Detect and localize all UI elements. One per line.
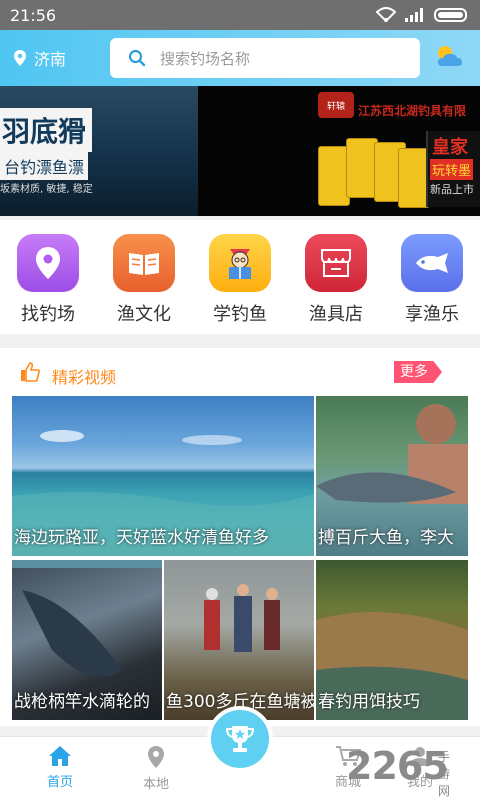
wifi-icon [376,7,396,23]
banner-left-title: 羽底猾 [0,108,93,152]
search-placeholder: 搜索钓场名称 [160,49,251,68]
video-section-header: 精彩视频 更多 [0,348,480,396]
weather-button[interactable] [434,42,464,74]
status-time: 21:56 [10,5,57,25]
nav-label: 首页 [46,775,73,790]
video-card[interactable]: 鱼300多斤在鱼塘被 [164,560,314,720]
promo-banner[interactable]: 羽底猾 台钓漂鱼漂 坂素材质, 敏捷, 稳定 轩辕 江苏西北湖钓具有限 皇家 玩… [0,86,480,216]
royal-new: 新品上市 [430,183,474,196]
site-watermark: 2265 手游网 [346,744,450,798]
category-label: 渔具店 [309,304,363,325]
video-section-title: 精彩视频 [52,368,117,387]
video-grid: 海边玩路亚，天好蓝水好清鱼好多 搏百斤大鱼，李大 战枪柄竿水滴轮的 鱼300多斤… [0,396,480,726]
category-label: 找钓场 [21,304,75,325]
location-label: 济南 [34,50,67,69]
category-grid: 找钓场 渔文化 学钓鱼 渔具店 享渔乐 [0,220,480,334]
reading-person-icon [209,234,271,292]
location-pin-icon [17,234,79,292]
map-pin-icon [148,746,164,768]
category-fishing-fun[interactable]: 享渔乐 [384,234,480,326]
book-icon [113,234,175,292]
video-caption: 搏百斤大鱼，李大 [318,528,454,548]
more-videos-button[interactable]: 更多 [394,361,442,383]
category-fishing-culture[interactable]: 渔文化 [96,234,192,326]
video-card[interactable]: 战枪柄竿水滴轮的 [12,560,162,720]
banner-brand-name: 江苏西北湖钓具有限 [358,104,467,118]
banner-slide-left: 羽底猾 台钓漂鱼漂 坂素材质, 敏捷, 稳定 [0,86,198,216]
watermark-number: 2265 [346,744,449,788]
video-card[interactable]: 春钓用饵技巧 [316,560,468,720]
signal-icon [405,8,423,22]
banner-left-tagline: 坂素材质, 敏捷, 稳定 [0,184,93,195]
search-icon [128,49,146,67]
banner-slide-right: 轩辕 江苏西北湖钓具有限 皇家 玩转墨 新品上市 [198,86,480,216]
shop-icon [305,234,367,292]
category-label: 学钓鱼 [213,304,267,325]
banner-brand-logo: 轩辕 [318,92,354,118]
royal-promo: 皇家 玩转墨 新品上市 [426,131,480,207]
battery-icon [434,8,467,22]
search-input[interactable]: 搜索钓场名称 [110,38,420,78]
weather-icon [438,46,462,66]
location-selector[interactable]: 济南 [0,46,110,70]
location-pin-icon [14,50,26,66]
category-label: 享渔乐 [405,304,459,325]
watermark-site: 手游网 [438,750,451,798]
nav-local[interactable]: 本地 [108,745,204,792]
video-caption: 春钓用饵技巧 [318,692,420,712]
banner-left-subtitle: 台钓漂鱼漂 [0,152,89,180]
category-label: 渔文化 [117,304,171,325]
category-learn-fishing[interactable]: 学钓鱼 [192,234,288,326]
status-bar: 21:56 [0,0,480,30]
home-icon [49,746,71,766]
video-card[interactable]: 海边玩路亚，天好蓝水好清鱼好多 [12,396,314,556]
nav-home[interactable]: 首页 [12,745,108,790]
trophy-icon [225,726,255,752]
royal-subtitle: 玩转墨 [430,159,474,180]
status-icons [376,7,470,23]
royal-title: 皇家 [432,137,468,158]
category-find-spot[interactable]: 找钓场 [0,234,96,326]
top-header: 济南 搜索钓场名称 [0,30,480,86]
fish-icon [401,234,463,292]
category-tackle-shop[interactable]: 渔具店 [288,234,384,326]
video-caption: 战枪柄竿水滴轮的 [14,692,150,712]
center-action-button[interactable] [207,706,273,772]
video-card[interactable]: 搏百斤大鱼，李大 [316,396,468,556]
thumbs-up-icon [21,362,40,382]
nav-label: 本地 [142,777,169,792]
video-caption: 海边玩路亚，天好蓝水好清鱼好多 [14,528,269,548]
